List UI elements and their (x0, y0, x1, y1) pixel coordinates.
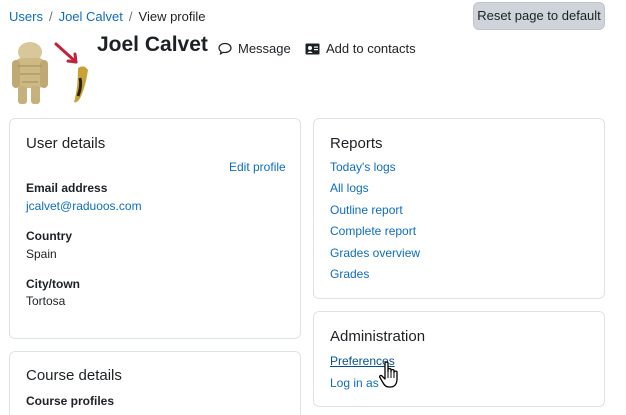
reports-title: Reports (330, 135, 383, 152)
message-label: Message (238, 41, 291, 56)
address-card-icon (305, 43, 320, 55)
administration-card: Administration Preferences Log in as (313, 311, 605, 407)
email-label: Email address (26, 181, 108, 195)
breadcrumb-current: View profile (138, 9, 206, 24)
breadcrumb-separator: / (48, 9, 53, 24)
add-to-contacts-label: Add to contacts (326, 41, 416, 56)
breadcrumb-users[interactable]: Users (9, 9, 43, 24)
reports-card: Reports Today's logs All logs Outline re… (313, 118, 605, 299)
reset-page-button[interactable]: Reset page to default (473, 2, 605, 30)
message-icon (218, 42, 232, 55)
hand-pointer-cursor-icon (378, 361, 402, 389)
user-details-card: User details Edit profile Email address … (9, 118, 301, 339)
log-in-as-link[interactable]: Log in as (330, 376, 379, 390)
grades-overview-link[interactable]: Grades overview (330, 246, 420, 260)
breadcrumb-user[interactable]: Joel Calvet (59, 9, 123, 24)
course-details-card: Course details Course profiles (9, 351, 301, 415)
breadcrumb: Users / Joel Calvet / View profile (9, 9, 205, 24)
city-value: Tortosa (26, 294, 66, 308)
country-value: Spain (26, 247, 57, 261)
complete-report-link[interactable]: Complete report (330, 224, 416, 238)
course-profiles-label: Course profiles (26, 394, 115, 408)
add-to-contacts-button[interactable]: Add to contacts (305, 41, 416, 56)
outline-report-link[interactable]: Outline report (330, 203, 403, 217)
message-button[interactable]: Message (218, 41, 291, 56)
avatar (8, 38, 94, 108)
all-logs-link[interactable]: All logs (330, 181, 369, 195)
email-link[interactable]: jcalvet@raduoos.com (26, 199, 142, 213)
user-details-title: User details (26, 135, 106, 152)
todays-logs-link[interactable]: Today's logs (330, 160, 396, 174)
city-label: City/town (26, 277, 80, 291)
course-details-title: Course details (26, 367, 122, 384)
grades-link[interactable]: Grades (330, 267, 369, 281)
breadcrumb-separator: / (128, 9, 133, 24)
administration-title: Administration (330, 328, 426, 345)
profile-name: Joel Calvet (97, 33, 208, 56)
country-label: Country (26, 229, 72, 243)
edit-profile-link[interactable]: Edit profile (229, 160, 286, 174)
